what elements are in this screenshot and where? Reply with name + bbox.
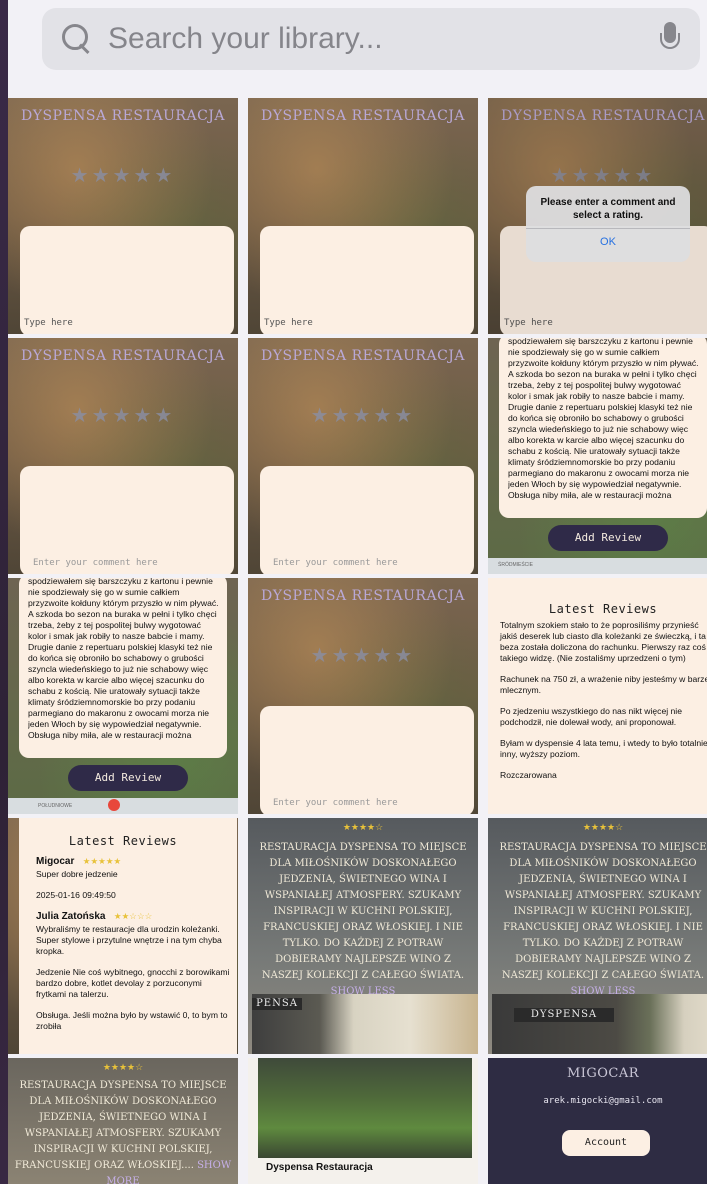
thumbnail-profile[interactable]: Migocar arek.migocki@gmail.com Account — [488, 1058, 707, 1184]
restaurant-photo[interactable] — [258, 1058, 472, 1158]
review-text: spodziewałem się barszczyku z kartonu i … — [28, 578, 219, 740]
thumbnail-review-form-empty[interactable]: Dyspensa Restauracja ★★★★★ Type here — [8, 98, 238, 334]
rating-stars[interactable]: ★★★★★ — [8, 163, 238, 188]
reviewer-name: Migocar — [36, 856, 75, 867]
reviewer-row: Migocar ★★★★★ — [36, 856, 232, 867]
restaurant-title: Dyspensa Restauracja — [260, 108, 466, 124]
latest-reviews-list: Totalnym szokiem stało to że poprosiliśm… — [500, 620, 707, 781]
comment-placeholder: Type here — [264, 318, 313, 328]
add-review-button[interactable]: Add Review — [68, 765, 188, 791]
restaurant-description: Restauracja Dyspensa to miejsce dla miło… — [14, 1078, 232, 1184]
rating-stars[interactable]: ★★★★★ — [8, 403, 238, 428]
review-paragraph: Po zjedzeniu wszystkiego do nas nikt wię… — [500, 706, 682, 727]
restaurant-photo[interactable]: DYSPENSA — [492, 994, 707, 1054]
thumbnail-filled-review[interactable]: spodziewałem się barszczyku z kartonu i … — [488, 338, 707, 574]
thumbnail-alert[interactable]: Dyspensa Restauracja ★★★★★ Type here Ple… — [488, 98, 707, 334]
map-strip[interactable]: POŁUDNIOWE — [8, 798, 238, 814]
map-strip[interactable]: ŚRÓDMIEŚCIE — [488, 558, 707, 574]
restaurant-name: Dyspensa Restauracja — [266, 1162, 373, 1173]
thumbnail-review-form-empty-2[interactable]: Dyspensa Restauracja Type here — [248, 98, 478, 334]
alert-dialog: Please enter a comment and select a rati… — [526, 186, 690, 262]
review-date: 2025-01-16 09:49:50 — [36, 890, 116, 900]
reviewer-stars: ★★★★★ — [82, 856, 122, 866]
rating-stars[interactable]: ★★★★★ — [488, 163, 707, 188]
description-text: Restauracja Dyspensa to miejsce dla miło… — [499, 842, 707, 981]
thumbnail-latest-reviews[interactable]: Latest Reviews Totalnym szokiem stało to… — [488, 578, 707, 814]
search-input[interactable]: Search your library... — [108, 22, 658, 56]
latest-reviews-title: Latest Reviews — [548, 602, 658, 616]
search-icon — [60, 22, 94, 56]
map-label: ŚRÓDMIEŚCIE — [498, 562, 534, 568]
microphone-icon[interactable] — [658, 22, 682, 56]
latest-reviews-list: Migocar ★★★★★ Super dobre jedzenie 2025-… — [36, 856, 232, 1032]
reviewer-text: Jedzenie Nie coś wybitnego, gnocchi z bo… — [36, 967, 230, 999]
thumbnail-review-form-4[interactable]: Dyspensa Restauracja ★★★★★ Enter your co… — [248, 578, 478, 814]
rating-stars: ★★★★☆ — [102, 1062, 144, 1072]
review-text: spodziewałem się barszczyku z kartonu i … — [508, 338, 699, 500]
comment-placeholder: Enter your comment here — [33, 558, 158, 568]
thumbnail-description-expanded-2[interactable]: ★★★★☆ Restauracja Dyspensa to miejsce dl… — [488, 818, 707, 1054]
profile-email: arek.migocki@gmail.com — [543, 1096, 663, 1106]
restaurant-title: Dyspensa Restauracja — [260, 588, 466, 604]
reviewer-text: Obsługa. Jeśli można było by wstawić 0, … — [36, 1010, 228, 1031]
review-paragraph: Totalnym szokiem stało to że poprosiliśm… — [500, 620, 706, 663]
restaurant-description: Restauracja Dyspensa to miejsce dla miło… — [494, 840, 707, 1000]
review-paragraph: Byłam w dyspensie 4 lata temu, i wtedy t… — [500, 738, 707, 759]
thumbnail-review-form-2[interactable]: Dyspensa Restauracja ★★★★★ Enter your co… — [8, 338, 238, 574]
review-paragraph: Rozczarowana — [500, 770, 557, 780]
review-paragraph: Rachunek na 750 zł, a wrażenie niby jest… — [500, 674, 707, 695]
app-frame: Search your library... Dyspensa Restaura… — [8, 0, 707, 1184]
reviewer-stars: ★★☆☆☆ — [113, 911, 153, 921]
rating-stars[interactable]: ★★★★★ — [248, 403, 478, 428]
restaurant-title: Dyspensa Restauracja — [20, 348, 226, 364]
restaurant-title: Dyspensa Restauracja — [500, 108, 706, 124]
description-text: Restauracja Dyspensa to miejsce dla miło… — [14, 1080, 227, 1171]
thumbnail-filled-review-2[interactable]: spodziewałem się barszczyku z kartonu i … — [8, 578, 238, 814]
alert-ok-button[interactable]: OK — [526, 228, 690, 248]
description-text: Restauracja Dyspensa to miejsce dla miło… — [259, 842, 467, 981]
reviewer-text: Wybraliśmy te restauracje dla urodzin ko… — [36, 924, 222, 956]
rating-stars[interactable]: ★★★★★ — [248, 643, 478, 668]
comment-placeholder: Type here — [24, 318, 73, 328]
comment-placeholder: Type here — [504, 318, 553, 328]
thumbnail-description-collapsed[interactable]: ★★★★☆ Restauracja Dyspensa to miejsce dl… — [8, 1058, 238, 1184]
thumbnail-review-form-3[interactable]: Dyspensa Restauracja ★★★★★ Enter your co… — [248, 338, 478, 574]
thumbnail-latest-reviews-2[interactable]: Latest Reviews Migocar ★★★★★ Super dobre… — [8, 818, 238, 1054]
account-button[interactable]: Account — [562, 1130, 650, 1156]
map-pin-icon[interactable] — [108, 799, 120, 811]
reviewer-name: Julia Zatońska — [36, 911, 106, 922]
sign-text: PENSA — [252, 998, 302, 1010]
search-bar[interactable]: Search your library... — [42, 8, 700, 70]
thumbnail-restaurant-card[interactable]: Dyspensa Restauracja — [248, 1058, 478, 1184]
comment-placeholder: Enter your comment here — [273, 798, 398, 808]
map-label: POŁUDNIOWE — [38, 803, 73, 809]
sign-text: DYSPENSA — [514, 1008, 614, 1022]
restaurant-title: Dyspensa Restauracja — [260, 348, 466, 364]
restaurant-photo[interactable]: PENSA — [252, 994, 478, 1054]
add-review-button[interactable]: Add Review — [548, 525, 668, 551]
latest-reviews-title: Latest Reviews — [68, 834, 178, 848]
rating-stars: ★★★★☆ — [342, 822, 384, 832]
alert-message: Please enter a comment and select a rati… — [540, 197, 676, 221]
restaurant-description: Restauracja Dyspensa to miejsce dla miło… — [254, 840, 472, 1000]
profile-name: Migocar — [566, 1066, 640, 1081]
reviewer-row: Julia Zatońska ★★☆☆☆ — [36, 911, 232, 922]
restaurant-title: Dyspensa Restauracja — [20, 108, 226, 124]
comment-placeholder: Enter your comment here — [273, 558, 398, 568]
thumbnail-description-expanded[interactable]: ★★★★☆ Restauracja Dyspensa to miejsce dl… — [248, 818, 478, 1054]
rating-stars: ★★★★☆ — [582, 822, 624, 832]
reviewer-text: Super dobre jedzenie — [36, 869, 118, 879]
